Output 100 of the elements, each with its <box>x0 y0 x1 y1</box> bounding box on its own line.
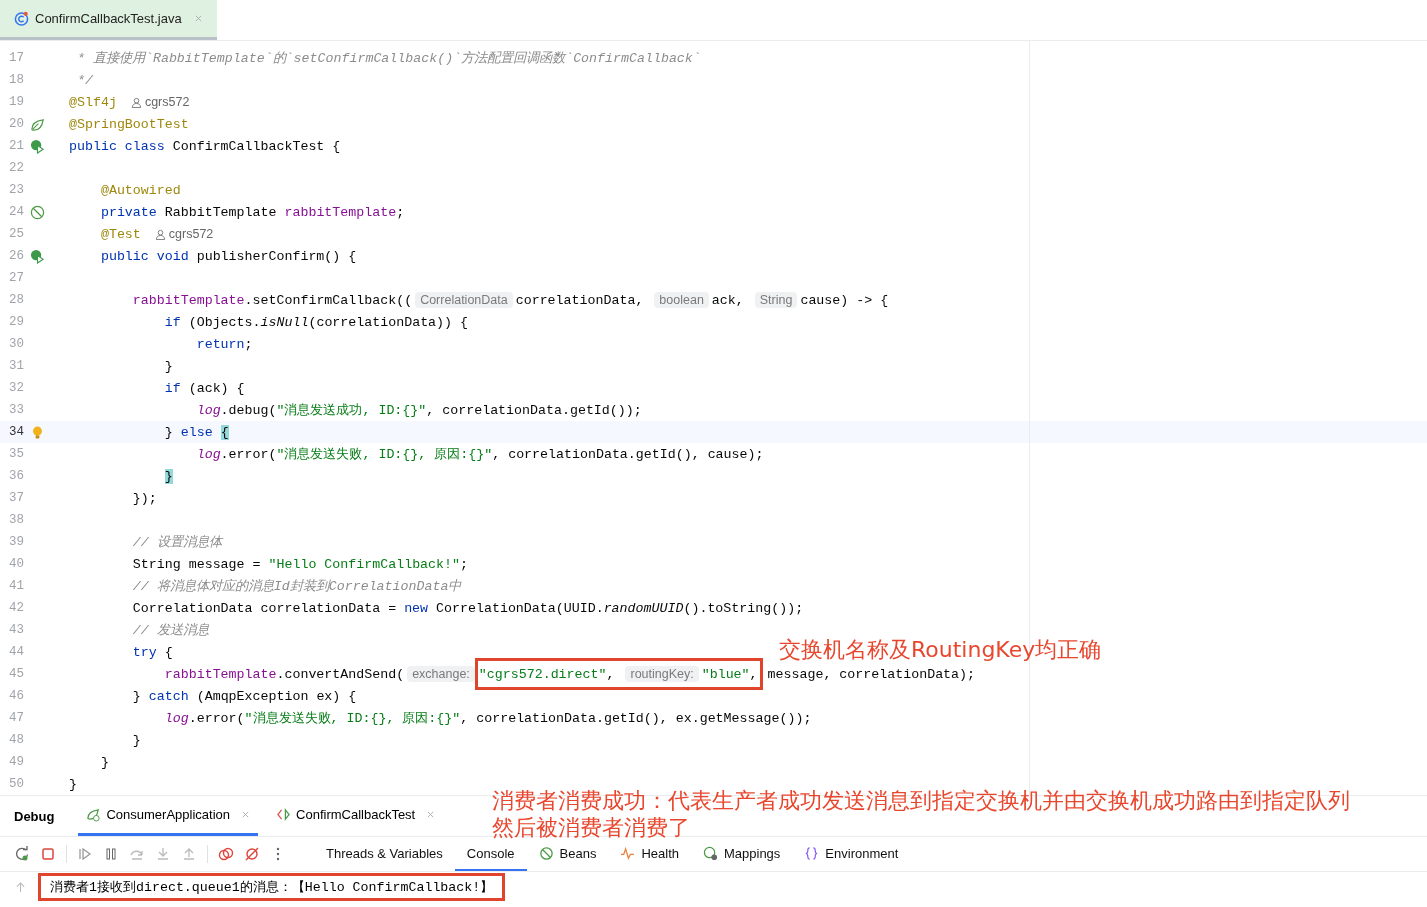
code-text: String message = "Hello ConfirmCallback!"; <box>131 556 468 572</box>
run-icon[interactable] <box>30 248 45 264</box>
author-hint[interactable]: cgrs572 <box>130 95 190 109</box>
line-number: 43 <box>8 623 24 637</box>
session-tab[interactable]: ConsumerApplication <box>78 796 259 836</box>
code-text: }); <box>131 490 157 506</box>
bulb-icon[interactable] <box>30 424 45 440</box>
stop-icon[interactable] <box>40 846 56 862</box>
inlay-hint: routingKey: <box>625 666 699 682</box>
code-text: CorrelationData correlationData = new CorrelationData(UUID.randomUUID().toString()); <box>131 600 804 616</box>
line-number: 31 <box>8 359 24 373</box>
code-text: @Slf4j <box>69 94 117 110</box>
tool-tab[interactable]: Threads & Variables <box>314 837 455 871</box>
line-number: 33 <box>8 403 24 417</box>
line-number: 42 <box>8 601 24 615</box>
line-number: 17 <box>8 51 24 65</box>
line-number: 39 <box>8 535 24 549</box>
line-number: 50 <box>8 777 24 791</box>
line-number: 37 <box>8 491 24 505</box>
code-text: if (ack) { <box>163 380 245 396</box>
line-number: 21 <box>8 139 24 153</box>
code-text: */ <box>75 72 93 88</box>
line-number: 28 <box>8 293 24 307</box>
pulse-icon <box>620 845 636 861</box>
panel-title: Debug <box>14 808 55 824</box>
code-text: public class ConfirmCallbackTest { <box>69 138 341 154</box>
mute-breakpoints-icon[interactable] <box>244 846 260 862</box>
leaf-slash-icon[interactable] <box>30 204 45 220</box>
line-number: 25 <box>8 227 24 241</box>
close-icon[interactable] <box>193 14 203 23</box>
line-number: 41 <box>8 579 24 593</box>
author-hint[interactable]: cgrs572 <box>154 227 214 241</box>
person-icon <box>154 228 166 240</box>
code-text: * 直接使用`RabbitTemplate`的`setConfirmCallback()`方法配置回调函数`ConfirmCallback` <box>75 50 701 67</box>
code-text: } <box>163 468 173 484</box>
line-number: 30 <box>8 337 24 351</box>
code-text: log.debug("消息发送成功, ID:{}", correlationData.getId()); <box>195 402 642 419</box>
inlay-hint: boolean <box>654 292 709 308</box>
line-number: 32 <box>8 381 24 395</box>
line-number: 35 <box>8 447 24 461</box>
line-number: 36 <box>8 469 24 483</box>
line-number: 40 <box>8 557 24 571</box>
code-text: rabbitTemplate.convertAndSend( <box>163 666 405 682</box>
code-text: @Autowired <box>99 182 181 198</box>
pause-icon[interactable] <box>103 846 119 862</box>
person-icon <box>130 96 142 108</box>
close-icon[interactable] <box>426 810 436 819</box>
code-text: } <box>131 732 141 748</box>
code-text: @Test <box>99 226 141 242</box>
code-text: if (Objects.isNull(correlationData)) { <box>163 314 468 330</box>
step-into-icon[interactable] <box>155 846 171 862</box>
leaf-icon <box>86 807 102 822</box>
leaf-icon[interactable] <box>30 116 45 132</box>
code-text: // 设置消息体 <box>131 534 222 551</box>
code-text: } <box>163 358 173 374</box>
code-text: message, correlationData); <box>766 666 976 682</box>
breakpoints-icon[interactable] <box>218 846 234 862</box>
code-text: } <box>99 754 109 770</box>
line-number: 23 <box>8 183 24 197</box>
code-text: return; <box>195 336 253 352</box>
line-number: 26 <box>8 249 24 263</box>
code-text: cause) -> { <box>800 292 889 308</box>
code-text: } catch (AmqpException ex) { <box>131 688 357 704</box>
line-number: 44 <box>8 645 24 659</box>
session-tab[interactable]: ConfirmCallbackTest <box>268 796 444 836</box>
rerun-icon[interactable] <box>14 846 30 862</box>
class-file-icon <box>14 11 29 26</box>
code-text: "blue", <box>701 666 758 682</box>
code-text: private RabbitTemplate rabbitTemplate; <box>99 204 405 220</box>
line-number: 46 <box>8 689 24 703</box>
step-out-icon[interactable] <box>181 846 197 862</box>
code-text: try { <box>131 644 173 660</box>
no-entry-icon <box>538 845 554 861</box>
line-number: 47 <box>8 711 24 725</box>
editor-tab[interactable]: ConfirmCallbackTest.java <box>0 0 217 40</box>
line-number: 34 <box>8 425 24 439</box>
annotation-text: 交换机名称及RoutingKey均正确 <box>779 636 1102 663</box>
code-text: "cgrs572.direct", <box>478 666 616 682</box>
line-number: 38 <box>8 513 24 527</box>
line-number: 22 <box>8 161 24 175</box>
code-text: } else { <box>163 424 229 440</box>
line-number: 45 <box>8 667 24 681</box>
line-number: 27 <box>8 271 24 285</box>
code-text: correlationData, <box>515 292 645 308</box>
code-text: } <box>69 776 77 792</box>
console-output: 消费者1接收到direct.queue1的消息：【Hello ConfirmCallback!】 <box>40 875 504 899</box>
code-text: ack, <box>711 292 745 308</box>
line-number: 49 <box>8 755 24 769</box>
line-number: 29 <box>8 315 24 329</box>
braces-icon <box>804 845 820 861</box>
line-number: 24 <box>8 205 24 219</box>
resume-icon[interactable] <box>77 846 93 862</box>
scroll-up-icon[interactable] <box>14 882 26 893</box>
run-icon[interactable] <box>30 138 45 154</box>
line-number: 48 <box>8 733 24 747</box>
inlay-hint: CorrelationData <box>415 292 513 308</box>
close-icon[interactable] <box>241 810 251 819</box>
code-text: log.error("消息发送失败, ID:{}, 原因:{}", correlationData.getId(), cause); <box>195 446 764 463</box>
inlay-hint: exchange: <box>407 666 475 682</box>
inlay-hint: String <box>754 292 798 308</box>
